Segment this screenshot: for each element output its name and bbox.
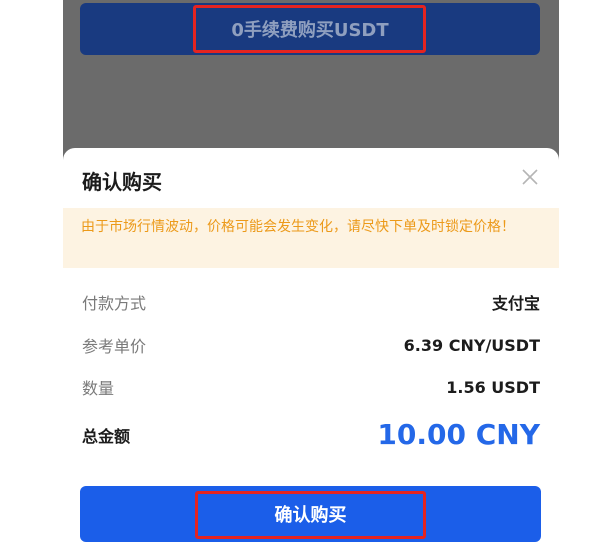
zero-fee-buy-usdt-button[interactable]: 0手续费购买USDT (80, 3, 540, 55)
quantity-row: 数量 1.56 USDT (82, 375, 540, 399)
confirm-purchase-label: 确认购买 (274, 505, 347, 526)
confirm-purchase-sheet: 确认购买 由于市场行情波动，价格可能会发生变化，请尽快下单及时锁定价格！ 付款方… (63, 148, 559, 550)
price-warning-notice: 由于市场行情波动，价格可能会发生变化，请尽快下单及时锁定价格！ (63, 208, 559, 268)
close-icon[interactable] (521, 168, 539, 186)
confirm-purchase-button[interactable]: 确认购买 (80, 486, 541, 542)
payment-method-row: 付款方式 支付宝 (82, 290, 540, 314)
unit-price-label: 参考单价 (82, 337, 147, 356)
payment-method-label: 付款方式 (82, 294, 147, 313)
unit-price-row: 参考单价 6.39 CNY/USDT (82, 333, 540, 357)
total-amount-row: 总金额 10.00 CNY (82, 418, 540, 451)
quantity-label: 数量 (82, 379, 115, 398)
payment-method-value: 支付宝 (491, 294, 540, 313)
total-amount-value: 10.00 CNY (377, 418, 540, 451)
total-amount-label: 总金额 (82, 426, 131, 446)
unit-price-value: 6.39 CNY/USDT (403, 335, 540, 355)
zero-fee-buy-usdt-label: 0手续费购买USDT (231, 20, 389, 41)
quantity-value: 1.56 USDT (446, 377, 540, 397)
sheet-title: 确认购买 (82, 170, 162, 194)
